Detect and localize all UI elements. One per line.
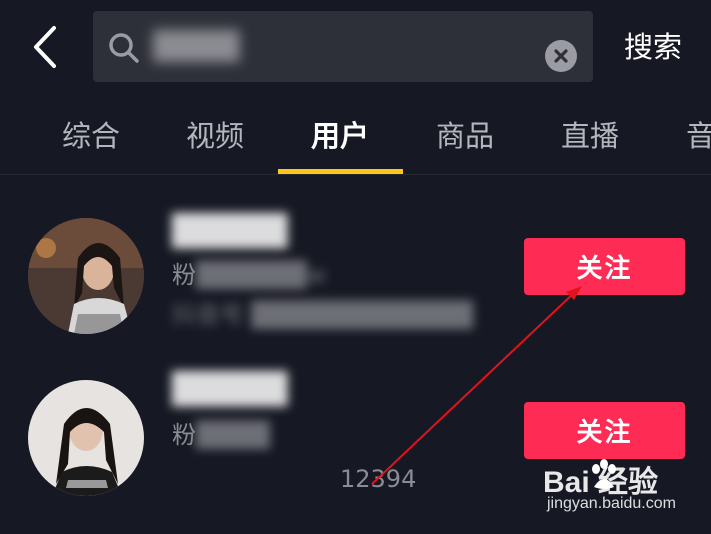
result-tabs: 综合 视频 用户 商品 直播 音 [0,108,711,174]
search-input[interactable]: ████ [93,11,593,82]
back-arrow-icon [34,26,56,68]
follow-button[interactable]: 关注 [524,238,685,295]
top-bar: ████ 搜索 [0,0,711,100]
tab-videos[interactable]: 视频 [186,116,244,156]
back-button[interactable] [24,22,68,72]
fans-prefix: 粉 [172,261,196,289]
tab-users[interactable]: 用户 [311,116,369,156]
fans-count: 粉██████w [172,260,326,290]
tab-music[interactable]: 音 [686,116,711,156]
avatar[interactable] [28,380,144,496]
user-extra-info: 抖音号 ████████████ [172,301,474,329]
watermark-url: jingyan.baidu.com [547,495,676,512]
list-item[interactable]: █████ 粉██████w 抖音号 ████████████ 关注 [0,190,711,350]
avatar[interactable] [28,218,144,334]
follow-button[interactable]: 关注 [524,402,685,459]
search-query-value[interactable]: ████ [153,30,323,62]
clear-icon [554,49,568,63]
user-name[interactable]: █████ [172,372,287,408]
search-button[interactable]: 搜索 [624,27,682,67]
tabs-divider [0,174,711,175]
clear-search-button[interactable] [545,40,577,72]
user-id-suffix: 12394 [340,465,417,493]
tab-products[interactable]: 商品 [436,116,494,156]
paw-icon [592,459,616,489]
fans-prefix: 粉 [172,421,196,449]
fans-count: 粉████ [172,420,270,450]
search-icon [109,33,139,63]
fans-value: ████ [196,421,270,449]
avatar-image [28,380,144,496]
avatar-image [28,218,144,334]
fans-value: ██████w [196,261,327,289]
tab-comprehensive[interactable]: 综合 [62,116,120,156]
tab-live[interactable]: 直播 [561,116,619,156]
user-name[interactable]: █████ [172,214,287,250]
baidu-watermark: Bai 经验 jingyan.baidu.com [543,457,703,517]
